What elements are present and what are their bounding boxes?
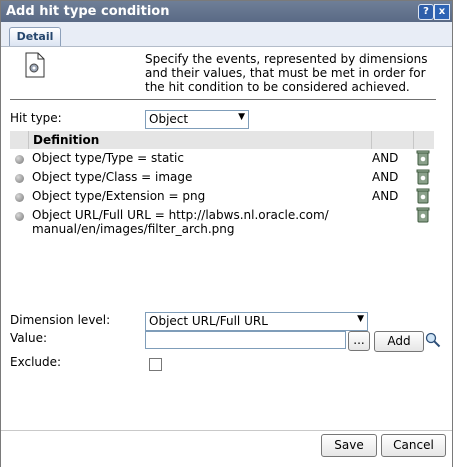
browse-button[interactable]: ... [348, 331, 370, 351]
divider [10, 99, 436, 100]
help-button[interactable]: ? [418, 4, 434, 20]
row-bullet-icon [15, 155, 24, 164]
grid-header: Definition [10, 131, 434, 149]
grid-divider [371, 131, 372, 149]
table-row[interactable]: Object URL/Full URL = http://labws.nl.or… [10, 207, 434, 239]
trash-icon[interactable] [416, 188, 430, 204]
chevron-down-icon: ▼ [238, 112, 245, 122]
table-row[interactable]: Object type/Type = static AND [10, 150, 434, 169]
hit-type-select[interactable]: Object ▼ [145, 110, 249, 129]
exclude-checkbox[interactable] [149, 358, 162, 371]
add-hit-type-condition-dialog: Add hit type condition ? x Detail Specif… [0, 0, 453, 467]
row-definition: Object URL/Full URL = http://labws.nl.or… [32, 208, 329, 236]
dimension-level-label: Dimension level: [10, 313, 111, 327]
detail-panel: Specify the events, represented by dimen… [2, 47, 451, 430]
row-bullet-icon [15, 193, 24, 202]
chevron-down-icon: ▼ [357, 314, 364, 324]
row-definition: Object type/Class = image [32, 170, 193, 184]
row-bullet-icon [15, 174, 24, 183]
grid-divider [413, 131, 414, 149]
value-label: Value: [10, 331, 47, 345]
grid-divider [28, 131, 29, 149]
dialog-title: Add hit type condition [6, 4, 170, 19]
row-bullet-icon [15, 212, 24, 221]
row-operator: AND [372, 189, 399, 203]
dialog-footer: Save Cancel [1, 430, 452, 467]
dimension-level-value: Object URL/Full URL [149, 314, 268, 328]
trash-icon[interactable] [416, 207, 430, 223]
row-operator: AND [372, 170, 399, 184]
document-gear-icon [25, 52, 45, 78]
grid-header-definition: Definition [33, 133, 100, 147]
table-row[interactable]: Object type/Extension = png AND [10, 188, 434, 207]
add-button[interactable]: Add [374, 331, 424, 352]
row-definition: Object type/Extension = png [32, 189, 206, 203]
title-bar[interactable]: Add hit type condition ? x [1, 1, 452, 22]
value-input[interactable] [145, 331, 346, 349]
trash-icon[interactable] [416, 150, 430, 166]
tab-detail[interactable]: Detail [9, 27, 61, 46]
hit-type-label: Hit type: [10, 111, 62, 125]
table-row[interactable]: Object type/Class = image AND [10, 169, 434, 188]
row-operator: AND [372, 151, 399, 165]
tab-strip: Detail [1, 22, 452, 47]
save-button[interactable]: Save [321, 434, 377, 457]
dimension-level-select[interactable]: Object URL/Full URL ▼ [145, 312, 368, 331]
exclude-label: Exclude: [10, 355, 62, 369]
close-button[interactable]: x [434, 4, 450, 20]
row-definition: Object type/Type = static [32, 151, 184, 165]
cancel-button[interactable]: Cancel [381, 434, 446, 457]
description-text: Specify the events, represented by dimen… [145, 52, 428, 94]
trash-icon[interactable] [416, 169, 430, 185]
search-icon[interactable] [425, 332, 441, 348]
hit-type-value: Object [149, 112, 189, 126]
